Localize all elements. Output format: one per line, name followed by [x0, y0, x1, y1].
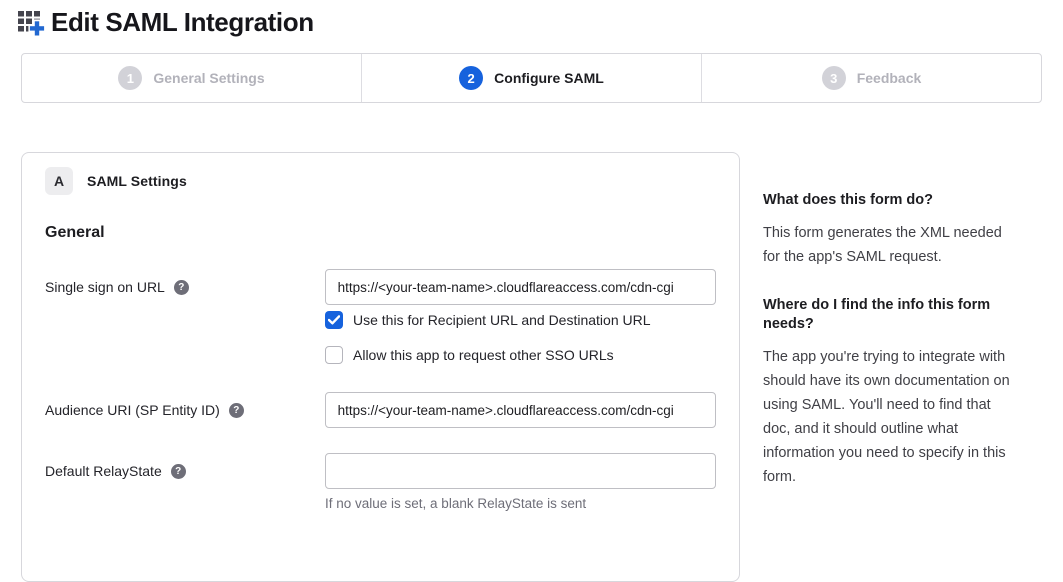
- other-sso-urls-checkbox[interactable]: [325, 346, 343, 364]
- step-feedback[interactable]: 3 Feedback: [701, 54, 1041, 102]
- page-title: Edit SAML Integration: [51, 7, 314, 38]
- wizard-steps: 1 General Settings 2 Configure SAML 3 Fe…: [21, 53, 1042, 103]
- relay-state-input-col: [325, 453, 716, 489]
- help-body-where: The app you're trying to integrate with …: [763, 345, 1021, 489]
- section-a-badge: A: [45, 167, 73, 195]
- step-2-number-badge: 2: [459, 66, 483, 90]
- relay-state-label: Default RelayState: [45, 463, 162, 480]
- relay-state-help-icon[interactable]: ?: [171, 464, 186, 479]
- step-1-number-badge: 1: [118, 66, 142, 90]
- sso-url-input-col: [325, 269, 716, 305]
- step-1-label: General Settings: [153, 70, 264, 86]
- audience-uri-input-col: [325, 392, 716, 428]
- relay-state-hint: If no value is set, a blank RelayState i…: [325, 496, 716, 511]
- audience-uri-row: Audience URI (SP Entity ID) ?: [45, 392, 716, 428]
- card-header: A SAML Settings: [45, 167, 716, 195]
- step-3-number-badge: 3: [822, 66, 846, 90]
- help-heading-where: Where do I find the info this form needs…: [763, 296, 1021, 334]
- recipient-url-checkbox-row: Use this for Recipient URL and Destinati…: [325, 311, 716, 329]
- other-sso-urls-checkbox-label[interactable]: Allow this app to request other SSO URLs: [353, 347, 614, 363]
- general-group-title: General: [45, 224, 716, 242]
- audience-uri-help-icon[interactable]: ?: [229, 403, 244, 418]
- sso-url-help-icon[interactable]: ?: [174, 280, 189, 295]
- recipient-url-checkbox-label[interactable]: Use this for Recipient URL and Destinati…: [353, 312, 651, 328]
- help-panel: What does this form do? This form genera…: [763, 152, 1021, 516]
- audience-uri-label: Audience URI (SP Entity ID): [45, 402, 220, 419]
- sso-url-label-group: Single sign on URL ?: [45, 269, 325, 305]
- content-area: A SAML Settings General Single sign on U…: [21, 152, 1042, 582]
- sso-url-label: Single sign on URL: [45, 279, 165, 296]
- page-header: Edit SAML Integration: [0, 0, 1063, 38]
- sso-url-input[interactable]: [325, 269, 716, 305]
- relay-state-label-group: Default RelayState ?: [45, 453, 325, 489]
- app-grid-add-icon: [16, 7, 47, 38]
- relay-state-row: Default RelayState ?: [45, 453, 716, 489]
- other-sso-urls-checkbox-row: Allow this app to request other SSO URLs: [325, 346, 716, 364]
- step-general-settings[interactable]: 1 General Settings: [22, 54, 361, 102]
- saml-settings-card: A SAML Settings General Single sign on U…: [21, 152, 740, 582]
- help-body-what: This form generates the XML needed for t…: [763, 221, 1021, 269]
- relay-state-input[interactable]: [325, 453, 716, 489]
- step-2-label: Configure SAML: [494, 70, 604, 86]
- step-configure-saml[interactable]: 2 Configure SAML: [361, 54, 701, 102]
- sso-url-row: Single sign on URL ?: [45, 269, 716, 305]
- recipient-url-checkbox[interactable]: [325, 311, 343, 329]
- section-title: SAML Settings: [87, 173, 187, 189]
- help-heading-what: What does this form do?: [763, 191, 1021, 210]
- audience-uri-input[interactable]: [325, 392, 716, 428]
- step-3-label: Feedback: [857, 70, 922, 86]
- audience-uri-label-group: Audience URI (SP Entity ID) ?: [45, 392, 325, 428]
